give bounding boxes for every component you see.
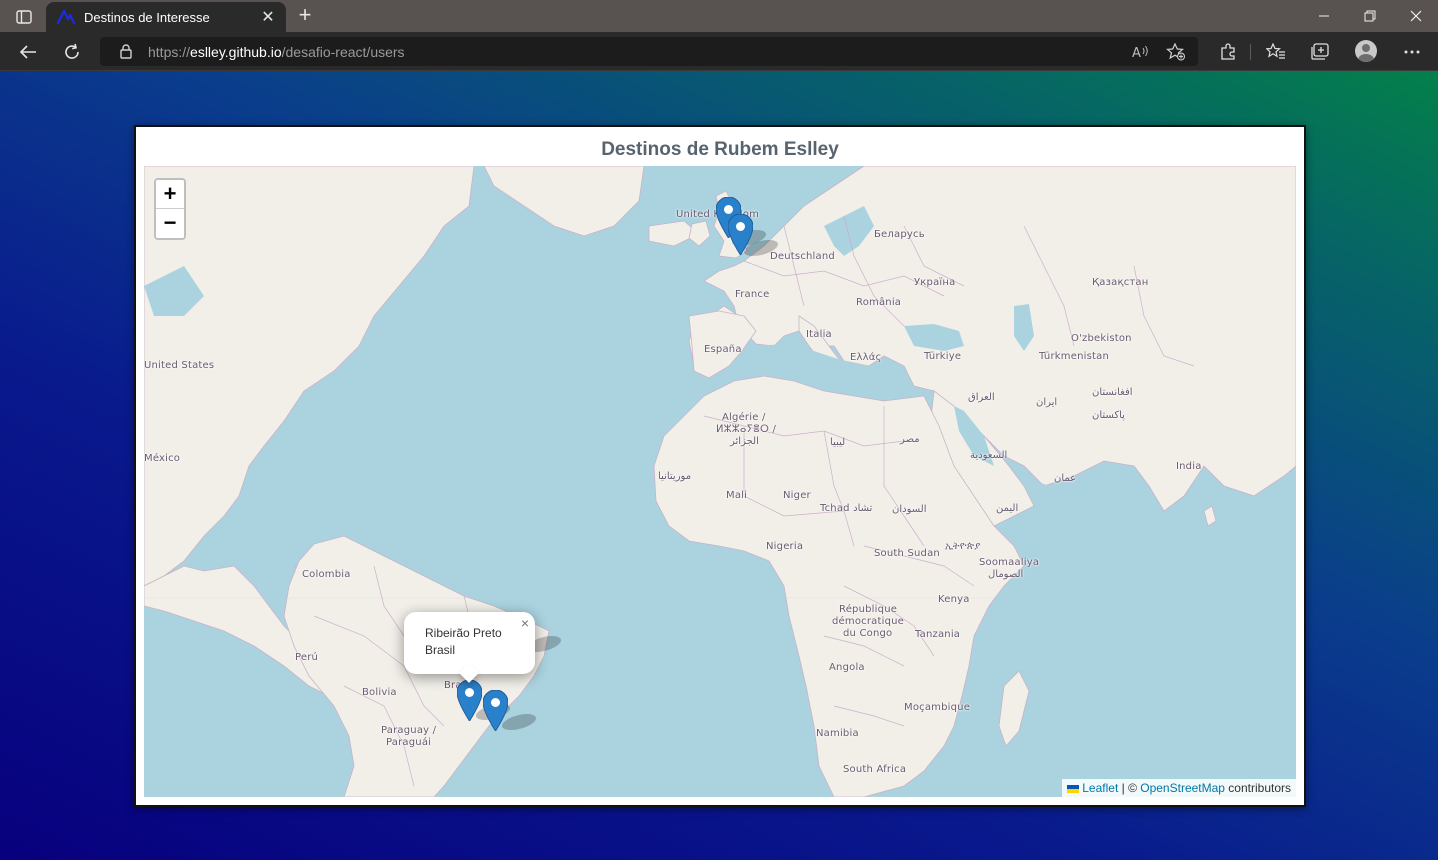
popup-close-icon[interactable]: × <box>521 616 529 630</box>
map-label-algerie-2: ⵍⵣⵣⴰⵢⴻⵔ / <box>716 424 777 435</box>
map-label-iran: ایران <box>1036 397 1058 408</box>
lock-icon <box>120 44 132 59</box>
favorites-icon[interactable] <box>1264 40 1288 64</box>
map-label-belarus: Беларусь <box>874 229 925 240</box>
map-label-rdc-3: du Congo <box>843 628 893 639</box>
map-label-ethiopia: ኢትዮጵያ <box>945 541 981 552</box>
map-card: Destinos de Rubem Eslley + − United Deut… <box>134 125 1306 807</box>
page-title: Destinos de Rubem Eslley <box>601 139 839 160</box>
world-map[interactable]: + − United Kingdom Deutschland Беларусь … <box>144 166 1296 797</box>
map-marker-icon[interactable] <box>457 680 482 721</box>
toolbar-divider <box>1250 44 1251 60</box>
map-label-angola: Angola <box>829 662 865 673</box>
zoom-in-button[interactable]: + <box>156 180 184 209</box>
map-label-mozambique: Moçambique <box>904 702 971 713</box>
map-label-mauritania: موريتانيا <box>658 471 692 482</box>
map-label-libya: ليبيا <box>830 437 846 448</box>
map-label-deutschland: Deutschland <box>770 251 835 262</box>
map-marker-icon[interactable] <box>728 214 753 255</box>
map-label-mexico: México <box>144 453 181 464</box>
map-label-algerie-3: الجزائر <box>730 436 759 447</box>
popup-content: Ribeirão Preto Brasil <box>425 625 502 659</box>
map-label-rdc-1: République <box>839 604 898 615</box>
openstreetmap-link[interactable]: OpenStreetMap <box>1140 781 1225 795</box>
map-label-kazakhstan: Қазақстан <box>1092 277 1149 288</box>
read-aloud-icon[interactable]: A <box>1130 42 1150 62</box>
refresh-icon[interactable] <box>60 40 84 64</box>
map-label-romania: România <box>856 297 902 308</box>
tab-actions-icon[interactable] <box>10 6 38 28</box>
map-label-ukraine: Україна <box>914 277 956 288</box>
tab-title: Destinos de Interesse <box>84 9 210 25</box>
ukraine-flag-icon <box>1067 784 1080 793</box>
map-label-niger: Niger <box>783 490 811 501</box>
map-label-turkiye: Türkiye <box>924 351 962 362</box>
map-label-india: India <box>1176 461 1202 472</box>
map-label-sudan: السودان <box>892 504 927 515</box>
map-label-bolivia: Bolivia <box>362 687 397 698</box>
map-label-south-africa: South Africa <box>843 764 907 775</box>
map-label-algerie-1: Algérie / <box>722 412 766 423</box>
map-label-south-sudan: South Sudan <box>874 548 940 559</box>
minimize-icon[interactable] <box>1304 4 1344 28</box>
map-label-somaliland-2: الصومال <box>988 569 1024 580</box>
page-viewport: Destinos de Rubem Eslley + − United Deut… <box>0 71 1438 860</box>
leaflet-link[interactable]: Leaflet <box>1082 781 1118 795</box>
url-text[interactable]: https://eslley.github.io/desafio-react/u… <box>148 44 405 60</box>
map-label-rdc-2: démocratique <box>832 616 905 627</box>
address-bar: https://eslley.github.io/desafio-react/u… <box>0 32 1438 71</box>
map-label-oman: عمان <box>1054 473 1077 484</box>
map-label-espana: España <box>704 344 742 355</box>
map-label-france: France <box>735 289 770 300</box>
site-favicon-icon <box>56 9 76 25</box>
map-attribution: Leaflet | © OpenStreetMap contributors <box>1062 779 1296 797</box>
collections-icon[interactable] <box>1308 40 1332 64</box>
attribution-contributors: contributors <box>1224 781 1291 795</box>
map-label-peru: Perú <box>295 652 319 663</box>
map-label-united-states: United States <box>144 360 215 371</box>
map-label-namibia: Namibia <box>816 728 859 739</box>
map-label-kenya: Kenya <box>938 594 970 605</box>
new-tab-button[interactable]: + <box>292 4 318 28</box>
profile-avatar[interactable] <box>1355 40 1377 62</box>
map-label-afghanistan: افغانستان <box>1092 387 1133 398</box>
map-label-uzbekistan: O'zbekiston <box>1071 333 1132 344</box>
map-label-tchad: Tchad تشاد <box>820 503 873 514</box>
map-label-ellada: Ελλάς <box>850 352 882 363</box>
map-label-colombia: Colombia <box>302 569 351 580</box>
popup-country: Brasil <box>425 643 456 657</box>
attribution-separator: | © <box>1118 781 1141 795</box>
svg-text:A: A <box>1132 46 1141 60</box>
popup-city: Ribeirão Preto <box>425 626 502 640</box>
zoom-control: + − <box>154 178 186 240</box>
map-label-somaliland-1: Soomaaliya <box>979 557 1040 568</box>
map-label-pakistan: پاکستان <box>1092 410 1125 421</box>
map-label-paraguay-1: Paraguay / <box>381 725 437 736</box>
active-tab[interactable]: Destinos de Interesse ✕ <box>46 2 286 32</box>
map-tiles <box>144 166 1296 797</box>
zoom-out-button[interactable]: − <box>156 209 184 238</box>
map-label-nigeria: Nigeria <box>766 541 804 552</box>
map-label-mali: Mali <box>726 490 748 501</box>
add-favorite-icon[interactable] <box>1166 42 1186 62</box>
tab-close-icon[interactable]: ✕ <box>260 7 276 27</box>
map-label-turkmenistan: Türkmenistan <box>1039 351 1109 362</box>
tab-strip: Destinos de Interesse ✕ + <box>0 0 1438 32</box>
map-label-egypt: مصر <box>900 434 920 445</box>
map-label-tanzania: Tanzania <box>915 629 961 640</box>
close-window-icon[interactable] <box>1396 4 1436 28</box>
map-marker-icon[interactable] <box>483 690 508 731</box>
map-label-paraguay-2: Paraguái <box>386 737 432 748</box>
map-label-iraq: العراق <box>968 392 995 403</box>
map-label-italia: Italia <box>806 329 832 340</box>
map-label-yemen: اليمن <box>996 503 1019 514</box>
more-options-icon[interactable] <box>1400 40 1424 64</box>
extensions-icon[interactable] <box>1216 40 1240 64</box>
omnibox[interactable]: https://eslley.github.io/desafio-react/u… <box>100 37 1198 66</box>
restore-icon[interactable] <box>1350 4 1390 28</box>
back-icon[interactable] <box>16 40 40 64</box>
marker-popup: × Ribeirão Preto Brasil <box>404 612 535 683</box>
map-label-saudi: السعودية <box>970 450 1008 461</box>
